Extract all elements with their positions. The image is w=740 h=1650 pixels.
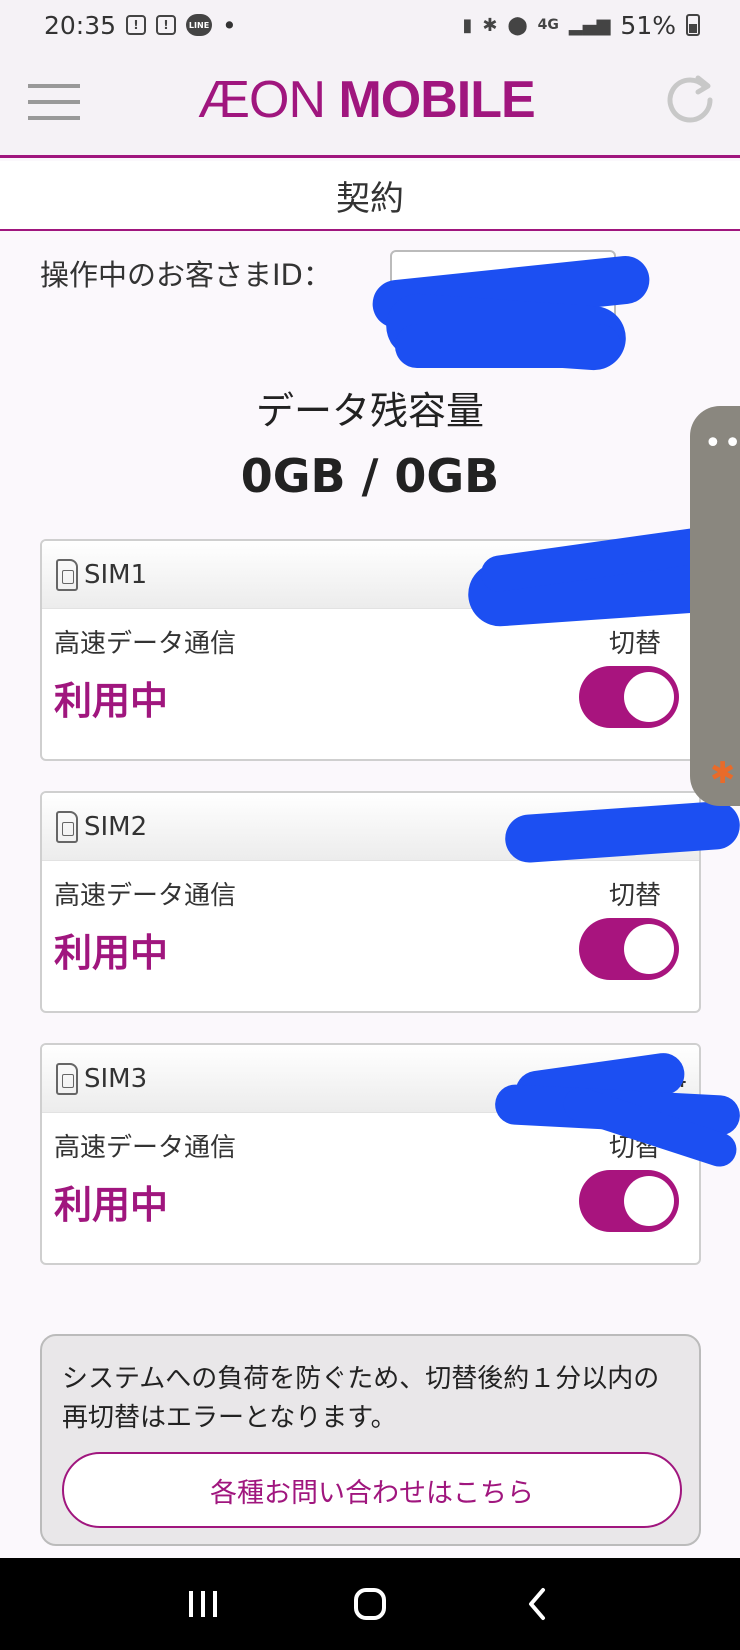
sim-feature-row: 高速データ通信 切替 — [42, 861, 699, 912]
customer-id-label: 操作中のお客さまID： — [40, 258, 332, 292]
more-dots-icon: ••• — [704, 426, 740, 461]
high-speed-data-toggle[interactable] — [579, 1170, 679, 1232]
status-left: 20:35 ! ! LINE • — [44, 11, 237, 40]
sim-switch-label: 切替 — [608, 881, 661, 911]
sim-feature-label: 高速データ通信 — [54, 881, 237, 911]
battery-percent: 51% — [620, 10, 676, 40]
line-app-icon: LINE — [186, 14, 213, 36]
redaction-mark — [395, 324, 621, 368]
signal-icon: ▂▄▆ — [568, 14, 611, 36]
sim-name: SIM2 — [84, 811, 148, 842]
sim-status: 利用中 — [54, 930, 169, 975]
sim-card-icon — [56, 1062, 78, 1095]
sim-status-row: 利用中 — [42, 912, 699, 980]
home-icon — [353, 1588, 386, 1620]
sim-switch-label: 切替 — [608, 629, 661, 659]
status-bar: 20:35 ! ! LINE • ▮ ✱ ⬤ 4G ▂▄▆ 51% — [0, 0, 740, 50]
data-remaining-value: 0GB / 0GB — [240, 449, 500, 503]
sim-feature-label: 高速データ通信 — [54, 1133, 237, 1163]
sim-name: SIM3 — [84, 1063, 148, 1094]
refresh-icon[interactable] — [658, 68, 722, 132]
back-icon — [528, 1588, 545, 1620]
status-right: ▮ ✱ ⬤ 4G ▂▄▆ 51% — [462, 10, 700, 40]
toggle-knob — [624, 924, 674, 974]
navigation-bar — [0, 1558, 740, 1650]
sim-card-icon — [56, 810, 78, 843]
sim-status: 利用中 — [54, 678, 169, 723]
data-remaining: データ残容量 0GB / 0GB — [0, 380, 740, 503]
notification-alert-icon: ! — [126, 15, 147, 35]
recent-apps-button[interactable] — [173, 1574, 233, 1634]
back-button[interactable] — [507, 1574, 567, 1634]
more-notifications-dot: • — [222, 10, 237, 40]
menu-icon[interactable] — [28, 84, 80, 120]
notification-alert-icon-2: ! — [156, 15, 177, 35]
high-speed-data-toggle[interactable] — [579, 918, 679, 980]
battery-saver-icon: ▮ — [462, 14, 473, 36]
sim-status: 利用中 — [54, 1182, 169, 1227]
toggle-knob — [624, 1176, 674, 1226]
page-title: 契約 — [0, 161, 740, 231]
aeon-mobile-logo: ÆON MOBILE — [198, 70, 536, 130]
customer-id-row: 操作中のお客さまID： 3002000 — [40, 250, 616, 346]
high-speed-data-toggle[interactable] — [579, 666, 679, 728]
bluetooth-icon: ✱ — [482, 14, 498, 36]
sim-feature-label: 高速データ通信 — [54, 629, 237, 659]
sim-name: SIM1 — [84, 559, 148, 590]
app-header: ÆON MOBILE — [0, 50, 740, 158]
notice-text: システムへの負荷を防ぐため、切替後約１分以内の再切替はエラーとなります。 — [62, 1364, 660, 1433]
battery-icon — [686, 14, 700, 36]
home-button[interactable] — [340, 1574, 400, 1634]
sim-status-row: 利用中 — [42, 660, 699, 728]
notice-box: システムへの負荷を防ぐため、切替後約１分以内の再切替はエラーとなります。 各種お… — [40, 1334, 701, 1546]
status-time: 20:35 — [44, 10, 117, 40]
sim-card-icon — [56, 558, 78, 591]
location-icon: ⬤ — [507, 14, 528, 36]
edge-panel-handle[interactable]: ••• ✱ — [690, 406, 740, 806]
recent-apps-icon — [189, 1591, 218, 1617]
bluetooth-icon: ✱ — [710, 756, 736, 791]
network-type-label: 4G — [537, 17, 559, 33]
sim-status-row: 利用中 — [42, 1164, 699, 1232]
contact-button[interactable]: 各種お問い合わせはこちら — [62, 1452, 682, 1528]
logo-suffix: MOBILE — [325, 71, 535, 129]
data-remaining-label: データ残容量 — [255, 389, 484, 433]
toggle-knob — [624, 672, 674, 722]
logo-prefix: ÆON — [198, 71, 326, 129]
